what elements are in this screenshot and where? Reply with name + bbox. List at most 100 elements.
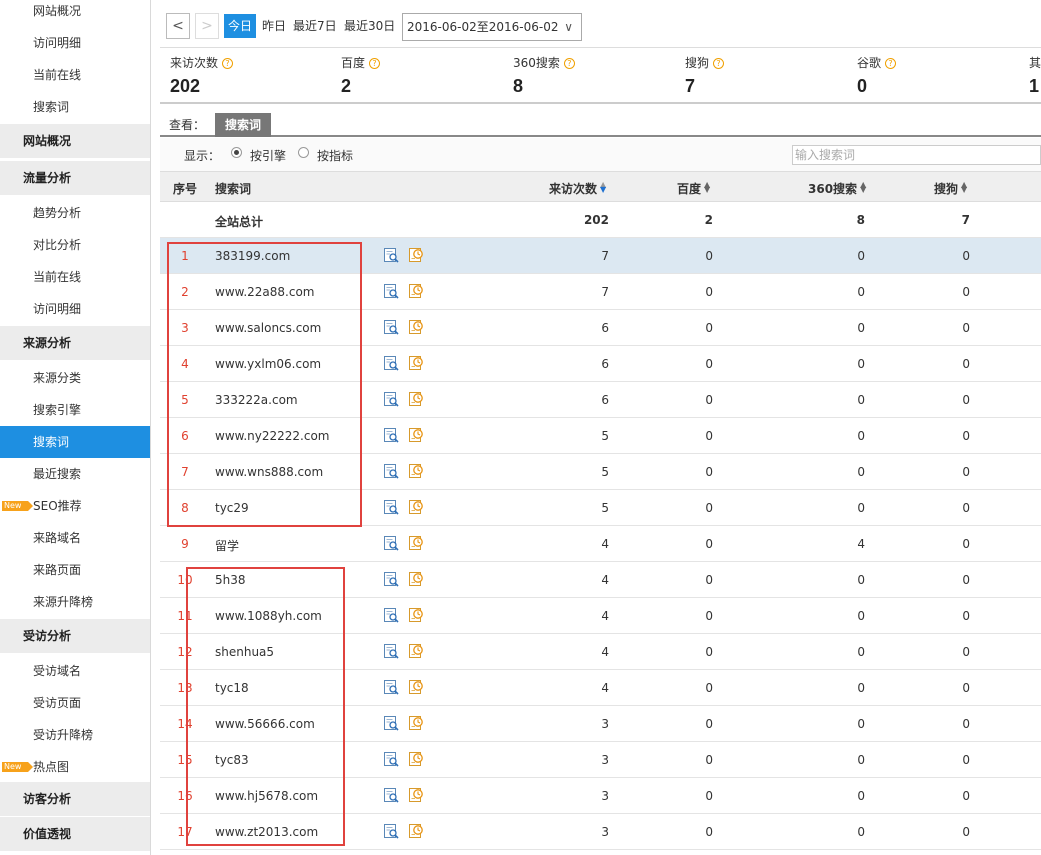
sidebar-item-referrer-domain[interactable]: 来路域名 bbox=[0, 522, 150, 554]
radio-by-metric-label[interactable]: 按指标 bbox=[317, 147, 353, 164]
search-page-icon[interactable] bbox=[383, 319, 399, 336]
table-row[interactable]: 3 www.saloncs.com 6 0 0 0 bbox=[160, 310, 1041, 346]
row-keyword[interactable]: www.56666.com bbox=[215, 717, 315, 731]
history-clock-icon[interactable] bbox=[408, 283, 424, 300]
history-clock-icon[interactable] bbox=[408, 679, 424, 696]
table-row[interactable]: 8 tyc29 5 0 0 0 bbox=[160, 490, 1041, 526]
sidebar-item-visited-page[interactable]: 受访页面 bbox=[0, 687, 150, 719]
help-icon[interactable]: ? bbox=[885, 58, 897, 69]
help-icon[interactable]: ? bbox=[563, 58, 575, 69]
sidebar-item-search-terms-top[interactable]: 搜索词 bbox=[0, 91, 150, 123]
sidebar-item-referrer-page[interactable]: 来路页面 bbox=[0, 554, 150, 586]
sort-icon[interactable]: ▲ ▼ bbox=[704, 181, 710, 194]
search-page-icon[interactable] bbox=[383, 787, 399, 804]
row-keyword[interactable]: 5h38 bbox=[215, 573, 246, 587]
sidebar-item-online-now[interactable]: 当前在线 bbox=[0, 59, 150, 91]
sidebar-item-site-overview-sub[interactable]: 网站概况 bbox=[0, 0, 150, 27]
history-clock-icon[interactable] bbox=[408, 535, 424, 552]
search-page-icon[interactable] bbox=[383, 571, 399, 588]
table-row[interactable]: 4 www.yxlm06.com 6 0 0 0 bbox=[160, 346, 1041, 382]
sidebar-item-source-ranking[interactable]: 来源升降榜 bbox=[0, 586, 150, 618]
table-row[interactable]: 13 tyc18 4 0 0 0 bbox=[160, 670, 1041, 706]
sidebar-item-source-category[interactable]: 来源分类 bbox=[0, 362, 150, 394]
col-sogou[interactable]: 搜狗 ▲ ▼ bbox=[934, 180, 967, 197]
table-row[interactable]: 5 333222a.com 6 0 0 0 bbox=[160, 382, 1041, 418]
history-clock-icon[interactable] bbox=[408, 787, 424, 804]
row-keyword[interactable]: tyc83 bbox=[215, 753, 249, 767]
row-keyword[interactable]: tyc18 bbox=[215, 681, 249, 695]
sidebar-group-site-overview[interactable]: 网站概况 bbox=[0, 124, 150, 158]
search-page-icon[interactable] bbox=[383, 283, 399, 300]
sidebar-item-heatmap[interactable]: New 热点图 bbox=[0, 751, 150, 783]
search-page-icon[interactable] bbox=[383, 751, 399, 768]
search-page-icon[interactable] bbox=[383, 499, 399, 516]
sort-icon[interactable]: ▲ ▼ bbox=[961, 181, 967, 194]
sidebar-group-visited-analysis[interactable]: 受访分析 bbox=[0, 619, 150, 653]
history-clock-icon[interactable] bbox=[408, 499, 424, 516]
search-page-icon[interactable] bbox=[383, 679, 399, 696]
date-range-select[interactable]: 2016-06-02至2016-06-02 ∨ bbox=[402, 13, 582, 41]
search-page-icon[interactable] bbox=[383, 607, 399, 624]
row-keyword[interactable]: www.ny22222.com bbox=[215, 429, 329, 443]
sidebar-group-visitor-analysis[interactable]: 访客分析 bbox=[0, 782, 150, 816]
search-page-icon[interactable] bbox=[383, 247, 399, 264]
table-row[interactable]: 14 www.56666.com 3 0 0 0 bbox=[160, 706, 1041, 742]
search-page-icon[interactable] bbox=[383, 391, 399, 408]
table-row[interactable]: 7 www.wns888.com 5 0 0 0 bbox=[160, 454, 1041, 490]
range-7days-button[interactable]: 最近7日 bbox=[291, 14, 339, 38]
sidebar-item-visit-details-2[interactable]: 访问明细 bbox=[0, 293, 150, 325]
next-date-button[interactable]: > bbox=[195, 13, 219, 39]
sidebar-item-seo-recommend[interactable]: New SEO推荐 bbox=[0, 490, 150, 522]
row-keyword[interactable]: www.yxlm06.com bbox=[215, 357, 321, 371]
sidebar-item-visit-details[interactable]: 访问明细 bbox=[0, 27, 150, 59]
row-keyword[interactable]: www.zt2013.com bbox=[215, 825, 318, 839]
radio-by-engine-label[interactable]: 按引擎 bbox=[250, 147, 286, 164]
help-icon[interactable]: ? bbox=[222, 58, 234, 69]
search-input[interactable]: 输入搜索词 bbox=[792, 145, 1041, 165]
sidebar-item-visited-ranking[interactable]: 受访升降榜 bbox=[0, 719, 150, 751]
history-clock-icon[interactable] bbox=[408, 607, 424, 624]
row-keyword[interactable]: www.hj5678.com bbox=[215, 789, 318, 803]
row-keyword[interactable]: www.1088yh.com bbox=[215, 609, 322, 623]
sidebar-item-search-terms[interactable]: 搜索词 bbox=[0, 426, 150, 458]
history-clock-icon[interactable] bbox=[408, 427, 424, 444]
history-clock-icon[interactable] bbox=[408, 643, 424, 660]
history-clock-icon[interactable] bbox=[408, 355, 424, 372]
tab-search-terms[interactable]: 搜索词 bbox=[215, 113, 272, 137]
search-page-icon[interactable] bbox=[383, 463, 399, 480]
radio-by-metric[interactable] bbox=[298, 147, 309, 158]
table-row[interactable]: 12 shenhua5 4 0 0 0 bbox=[160, 634, 1041, 670]
history-clock-icon[interactable] bbox=[408, 751, 424, 768]
sort-icon[interactable]: ▲ ▼ bbox=[860, 181, 866, 194]
row-keyword[interactable]: 留学 bbox=[215, 537, 239, 554]
row-keyword[interactable]: 383199.com bbox=[215, 249, 290, 263]
sidebar-item-search-engine[interactable]: 搜索引擎 bbox=[0, 394, 150, 426]
history-clock-icon[interactable] bbox=[408, 319, 424, 336]
sidebar-item-recent-search[interactable]: 最近搜索 bbox=[0, 458, 150, 490]
search-page-icon[interactable] bbox=[383, 535, 399, 552]
table-row[interactable]: 17 www.zt2013.com 3 0 0 0 bbox=[160, 814, 1041, 850]
table-row[interactable]: 11 www.1088yh.com 4 0 0 0 bbox=[160, 598, 1041, 634]
range-today-button[interactable]: 今日 bbox=[224, 14, 257, 38]
sidebar-item-visited-domain[interactable]: 受访域名 bbox=[0, 655, 150, 687]
col-360[interactable]: 360搜索 ▲ ▼ bbox=[808, 180, 866, 197]
search-page-icon[interactable] bbox=[383, 427, 399, 444]
table-row[interactable]: 15 tyc83 3 0 0 0 bbox=[160, 742, 1041, 778]
row-keyword[interactable]: 333222a.com bbox=[215, 393, 298, 407]
table-row[interactable]: 2 www.22a88.com 7 0 0 0 bbox=[160, 274, 1041, 310]
table-row[interactable]: 16 www.hj5678.com 3 0 0 0 bbox=[160, 778, 1041, 814]
history-clock-icon[interactable] bbox=[408, 715, 424, 732]
search-page-icon[interactable] bbox=[383, 643, 399, 660]
table-row[interactable]: 10 5h38 4 0 0 0 bbox=[160, 562, 1041, 598]
help-icon[interactable]: ? bbox=[713, 58, 725, 69]
sidebar-item-trend-analysis[interactable]: 趋势分析 bbox=[0, 197, 150, 229]
sidebar-group-value-insight[interactable]: 价值透视 bbox=[0, 817, 150, 851]
help-icon[interactable]: ? bbox=[369, 58, 381, 69]
history-clock-icon[interactable] bbox=[408, 247, 424, 264]
table-row[interactable]: 9 留学 4 0 4 0 bbox=[160, 526, 1041, 562]
search-page-icon[interactable] bbox=[383, 355, 399, 372]
table-row[interactable]: 6 www.ny22222.com 5 0 0 0 bbox=[160, 418, 1041, 454]
sidebar-item-compare-analysis[interactable]: 对比分析 bbox=[0, 229, 150, 261]
range-30days-button[interactable]: 最近30日 bbox=[342, 14, 397, 38]
history-clock-icon[interactable] bbox=[408, 391, 424, 408]
